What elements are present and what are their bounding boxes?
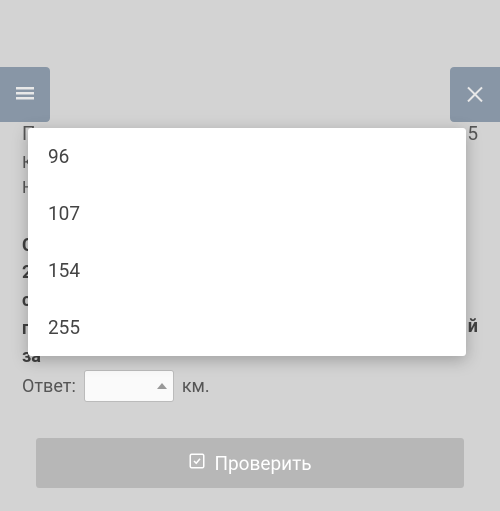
question-bold-right: й	[468, 316, 478, 337]
dropdown-menu: 96 107 154 255	[28, 128, 466, 356]
answer-unit: км.	[182, 376, 210, 397]
close-button[interactable]	[450, 67, 500, 122]
close-icon	[463, 81, 487, 109]
dropdown-option[interactable]: 107	[28, 185, 466, 242]
dropdown-option[interactable]: 255	[28, 299, 466, 356]
check-button-label: Проверить	[214, 452, 311, 475]
dropdown-option[interactable]: 96	[28, 128, 466, 185]
chevron-up-icon	[157, 383, 167, 389]
question-title-right: 5	[467, 120, 478, 149]
check-square-icon	[188, 452, 206, 475]
answer-label: Ответ:	[22, 376, 76, 397]
hamburger-icon	[13, 81, 37, 109]
dropdown-option[interactable]: 154	[28, 242, 466, 299]
answer-input[interactable]	[84, 370, 174, 402]
menu-button[interactable]	[0, 67, 50, 122]
check-button[interactable]: Проверить	[36, 438, 464, 488]
